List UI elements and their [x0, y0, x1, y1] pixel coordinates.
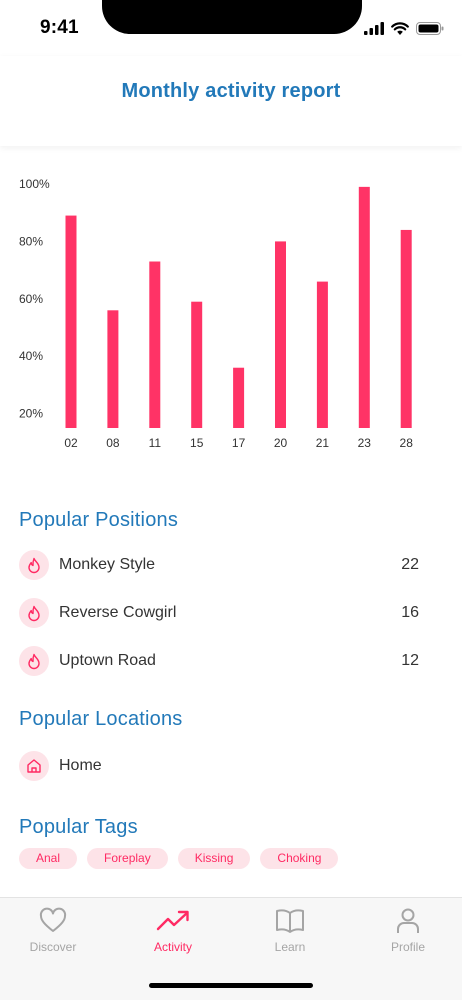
bar-28 [400, 229, 412, 428]
bar-17 [233, 367, 245, 428]
tab-discover[interactable]: Discover [3, 906, 103, 966]
page-title: Monthly activity report [121, 80, 341, 102]
popular-tags-title: Popular Tags [19, 816, 138, 838]
bar-20 [275, 241, 286, 428]
bar-02 [65, 215, 77, 428]
tab-learn[interactable]: Learn [240, 906, 340, 966]
x-tick-label: 23 [358, 436, 372, 450]
bar-21 [316, 281, 328, 428]
tab-label: Discover [29, 940, 77, 954]
position-row[interactable]: Monkey Style 22 [19, 550, 419, 582]
tag-chip[interactable]: Foreplay [87, 848, 168, 869]
x-tick-label: 20 [274, 436, 288, 450]
tag-list: Anal Foreplay Kissing Choking [19, 848, 339, 869]
position-count: 16 [401, 604, 419, 621]
position-label: Uptown Road [59, 652, 156, 669]
header: Monthly activity report [0, 56, 462, 146]
bar-15 [191, 301, 203, 428]
location-label: Home [59, 757, 102, 774]
tag-chip[interactable]: Choking [260, 848, 339, 869]
status-time: 9:41 [40, 17, 79, 38]
cellular-signal-icon [364, 21, 384, 35]
wifi-icon [391, 21, 409, 35]
tag-chip[interactable]: Anal [19, 848, 78, 869]
x-tick-label: 08 [106, 436, 120, 450]
tab-label: Profile [390, 940, 425, 954]
tab-label: Learn [274, 940, 306, 954]
flame-icon [19, 598, 49, 628]
position-label: Reverse Cowgirl [59, 604, 177, 621]
flame-icon [19, 550, 49, 580]
x-tick-label: 02 [64, 436, 78, 450]
popular-positions-title: Popular Positions [19, 509, 179, 531]
book-icon [276, 909, 304, 933]
bar-08 [107, 310, 119, 428]
tab-activity[interactable]: Activity [123, 906, 223, 966]
heart-icon [39, 907, 67, 932]
tab-label: Activity [153, 940, 192, 954]
status-icons [364, 20, 444, 36]
position-count: 22 [401, 556, 419, 573]
device-notch [102, 0, 362, 34]
popular-locations-title: Popular Locations [19, 708, 183, 730]
x-tick-label: 11 [149, 436, 162, 450]
y-tick-label: 80% [19, 234, 43, 248]
location-row[interactable]: Home [19, 751, 419, 783]
home-icon [19, 751, 49, 781]
position-row[interactable]: Reverse Cowgirl 16 [19, 598, 419, 630]
position-label: Monkey Style [59, 556, 156, 573]
x-tick-label: 17 [232, 436, 246, 450]
x-tick-label: 15 [190, 436, 204, 450]
activity-bar-chart: 100% 80% 60% 40% 20% 02 08 11 15 17 20 21 23 28 [19, 177, 414, 450]
home-indicator [149, 983, 313, 988]
y-tick-label: 60% [19, 292, 43, 306]
y-tick-label: 40% [19, 349, 43, 363]
battery-icon [416, 21, 444, 35]
x-tick-label: 28 [400, 436, 414, 450]
bar-11 [149, 261, 161, 428]
trending-up-icon [156, 910, 189, 931]
flame-icon [19, 646, 49, 676]
bar-23 [358, 186, 370, 428]
tag-chip[interactable]: Kissing [177, 848, 251, 869]
y-tick-label: 20% [19, 407, 43, 421]
tab-profile[interactable]: Profile [358, 906, 458, 966]
status-bar: 9:41 [0, 0, 462, 56]
x-tick-label: 21 [316, 436, 330, 450]
position-count: 12 [401, 652, 419, 669]
y-tick-label: 100% [19, 177, 50, 191]
position-row[interactable]: Uptown Road 12 [19, 646, 419, 678]
person-icon [397, 908, 419, 933]
